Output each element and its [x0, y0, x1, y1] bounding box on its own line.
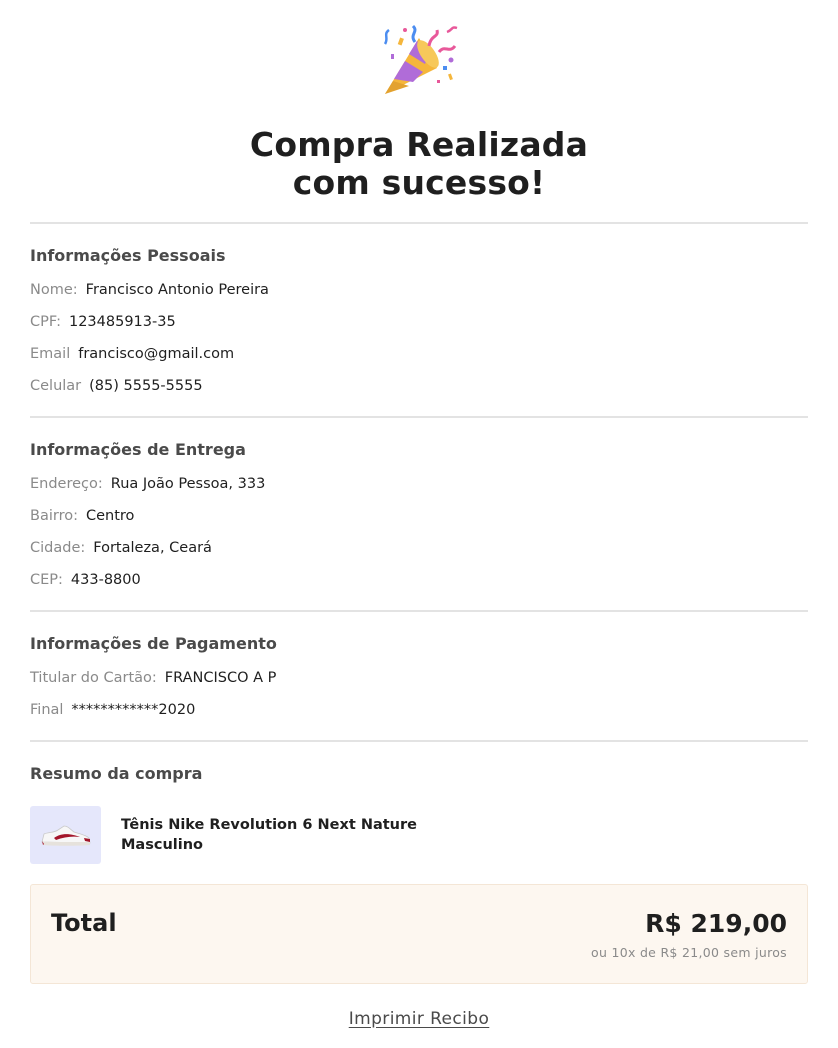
- field-value: 433-8800: [70, 572, 141, 588]
- field-value: FRANCISCO A P: [164, 670, 277, 686]
- field-row-zip: CEP: 433-8800: [30, 564, 808, 596]
- product-name: Tênis Nike Revolution 6 Next Nature Masc…: [121, 817, 417, 853]
- title-line-1: Compra Realizada: [249, 125, 589, 164]
- field-value: 123485913-35: [68, 314, 176, 330]
- party-popper-icon: [383, 24, 458, 94]
- field-label: Cidade:: [30, 540, 86, 556]
- payment-info-section: Informações de Pagamento Titular do Cart…: [30, 612, 808, 726]
- total-value: R$ 219,00: [645, 909, 787, 938]
- product-item: Tênis Nike Revolution 6 Next Nature Masc…: [30, 806, 808, 864]
- field-value: Fortaleza, Ceará: [93, 540, 212, 556]
- section-title: Informações de Pagamento: [30, 634, 277, 653]
- field-value: (85) 5555-5555: [89, 378, 203, 394]
- field-row-name: Nome: Francisco Antonio Pereira: [30, 274, 808, 306]
- installments-text: ou 10x de R$ 21,00 sem juros: [591, 945, 787, 960]
- field-value: Francisco Antonio Pereira: [85, 282, 269, 298]
- order-summary-section: Resumo da compra Tênis Nike Revolution 6…: [30, 742, 808, 864]
- field-row-card-final: Final ************2020: [30, 694, 808, 726]
- page-title: Compra Realizada com sucesso!: [30, 126, 808, 202]
- sneaker-icon: [40, 825, 90, 846]
- field-label: Endereço:: [30, 476, 103, 492]
- delivery-info-section: Informações de Entrega Endereço: Rua João…: [30, 418, 808, 596]
- field-value: Rua João Pessoa, 333: [110, 476, 266, 492]
- field-row-phone: Celular (85) 5555-5555: [30, 370, 808, 402]
- total-box: Total R$ 219,00 ou 10x de R$ 21,00 sem j…: [30, 884, 808, 984]
- title-line-2: com sucesso!: [292, 163, 546, 202]
- field-label: Nome:: [30, 282, 78, 298]
- field-row-address: Endereço: Rua João Pessoa, 333: [30, 468, 808, 500]
- total-label: Total: [51, 909, 117, 937]
- field-label: Titular do Cartão:: [30, 670, 157, 686]
- field-label: CEP:: [30, 572, 63, 588]
- field-value: ************2020: [71, 702, 196, 718]
- section-title: Resumo da compra: [30, 764, 203, 783]
- success-header: Compra Realizada com sucesso!: [30, 24, 808, 202]
- receipt-page: Compra Realizada com sucesso! Informaçõe…: [30, 0, 808, 1029]
- field-row-cpf: CPF: 123485913-35: [30, 306, 808, 338]
- print-receipt-link[interactable]: Imprimir Recibo: [30, 1009, 808, 1029]
- field-value: francisco@gmail.com: [78, 346, 235, 362]
- field-label: Bairro:: [30, 508, 78, 524]
- field-label: Final: [30, 702, 64, 718]
- field-value: Centro: [85, 508, 135, 524]
- section-title: Informações Pessoais: [30, 246, 226, 265]
- field-row-cardholder: Titular do Cartão: FRANCISCO A P: [30, 662, 808, 694]
- personal-info-section: Informações Pessoais Nome: Francisco Anto…: [30, 224, 808, 402]
- field-row-city: Cidade: Fortaleza, Ceará: [30, 532, 808, 564]
- field-row-neighborhood: Bairro: Centro: [30, 500, 808, 532]
- product-thumbnail: [30, 806, 101, 864]
- field-label: CPF:: [30, 314, 61, 330]
- field-label: Celular: [30, 378, 82, 394]
- field-label: Email: [30, 346, 71, 362]
- section-title: Informações de Entrega: [30, 440, 246, 459]
- field-row-email: Email francisco@gmail.com: [30, 338, 808, 370]
